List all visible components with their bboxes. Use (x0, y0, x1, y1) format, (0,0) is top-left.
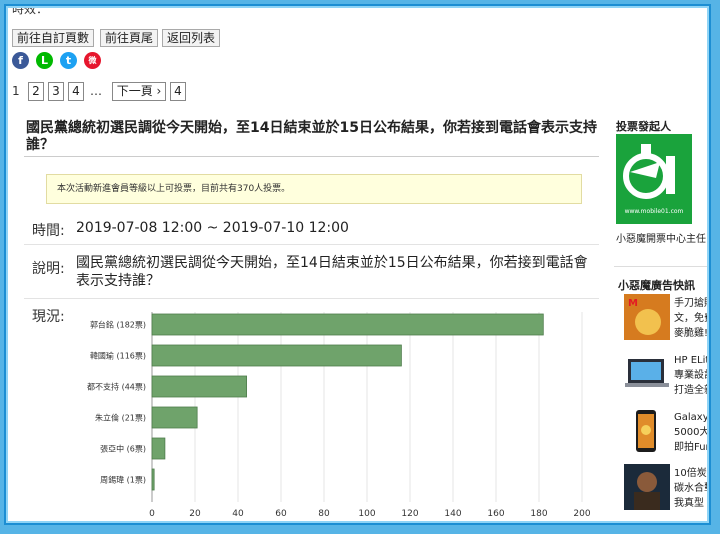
category-label: 朱立倫 (21票) (95, 413, 146, 423)
line-icon[interactable]: L (36, 52, 53, 69)
ad-text-2[interactable]: HP ELite系專業設計打造全新 (674, 353, 709, 398)
sidebar-divider (614, 266, 709, 267)
x-tick-label: 140 (444, 509, 461, 519)
goto-bottom-button[interactable]: 前往頁尾 (100, 29, 159, 47)
pagination-current: 1 (12, 84, 20, 98)
weibo-icon[interactable]: 微 (84, 52, 101, 69)
x-tick-label: 160 (487, 509, 504, 519)
ad-section-title: 小惡魔廣告快訊 (618, 279, 695, 292)
browser-frame: 時效： 前往自訂頁數 前往頁尾 返回列表 f L t 微 1 2 3 4 … 下… (4, 4, 711, 525)
title-divider (24, 156, 599, 157)
bar (151, 313, 544, 336)
logo-url: www.mobile01.com (624, 208, 684, 215)
x-tick-label: 40 (232, 509, 244, 519)
time-divider (24, 244, 599, 245)
svg-text:M: M (628, 298, 638, 309)
vote-initiator-title: 投票發起人 (616, 120, 671, 133)
category-label: 張亞中 (6票) (100, 444, 146, 454)
x-tick-label: 120 (401, 509, 418, 519)
x-tick-label: 100 (358, 509, 375, 519)
pagination-page-2[interactable]: 2 (28, 82, 44, 101)
facebook-icon[interactable]: f (12, 52, 29, 69)
poll-title: 國民黨總統初選民調從今天開始，至14日結束並於15日公布結果，你若接到電話會表示… (26, 120, 597, 153)
pagination-next[interactable]: 下一頁 › (112, 82, 166, 101)
pagination-page-3[interactable]: 3 (48, 82, 64, 101)
bar (151, 375, 247, 398)
category-label: 都不支持 (44票) (87, 382, 146, 392)
x-tick-label: 20 (189, 509, 201, 519)
ad-image-1[interactable]: M (624, 294, 670, 340)
ad-image-2[interactable] (624, 351, 670, 397)
pagination-ellipsis: … (90, 84, 102, 98)
category-label: 韓國瑜 (116票) (90, 351, 146, 361)
desc-divider (24, 298, 599, 299)
x-tick-label: 80 (318, 509, 330, 519)
ad-image-3[interactable] (624, 408, 670, 454)
poll-chart: 郭台銘 (182票) 韓國瑜 (116票) 都不支持 (44票) 朱立倫 (21票) 張… (87, 312, 591, 519)
ad-text-1[interactable]: 手刀搶購！文，免費兌麥脆雞! (674, 296, 709, 341)
bar (151, 437, 166, 460)
ad-image-4[interactable] (624, 464, 670, 510)
back-to-list-button[interactable]: 返回列表 (162, 29, 221, 47)
desc-value: 國民黨總統初選民調從今天開始，至14日結束並於15日公布結果，你若接到電話會表示… (76, 255, 588, 289)
bar (151, 406, 198, 429)
time-value: 2019-07-08 12:00 ~ 2019-07-10 12:00 (76, 220, 349, 236)
ad-text-4[interactable]: 10倍炭 玻碳水合擊我真型 (674, 466, 709, 511)
x-tick-label: 60 (275, 509, 287, 519)
bar (151, 468, 155, 491)
category-label: 郭台銘 (182票) (90, 320, 146, 330)
desc-label: 說明: (32, 261, 65, 277)
cut-off-label: 時效： (12, 4, 49, 16)
initiator-name[interactable]: 小惡魔開票中心主任 (616, 230, 709, 245)
x-tick-label: 200 (573, 509, 590, 519)
x-tick-label: 180 (530, 509, 547, 519)
goto-page-button[interactable]: 前往自訂頁數 (12, 29, 95, 47)
time-label: 時間: (32, 223, 65, 239)
twitter-icon[interactable]: t (60, 52, 77, 69)
x-tick-label: 0 (149, 509, 155, 519)
pagination-page-4[interactable]: 4 (68, 82, 84, 101)
pagination-last[interactable]: 4 (170, 82, 186, 101)
bar (151, 344, 402, 367)
category-label: 周錫瑋 (1票) (100, 475, 146, 485)
mobile01-logo[interactable]: www.mobile01.com (616, 134, 692, 224)
ad-text-3[interactable]: Galaxy A45000大電即拍Fun電 (674, 410, 709, 455)
vote-notice: 本次活動新進會員等級以上可投票，目前共有370人投票。 (46, 174, 582, 204)
